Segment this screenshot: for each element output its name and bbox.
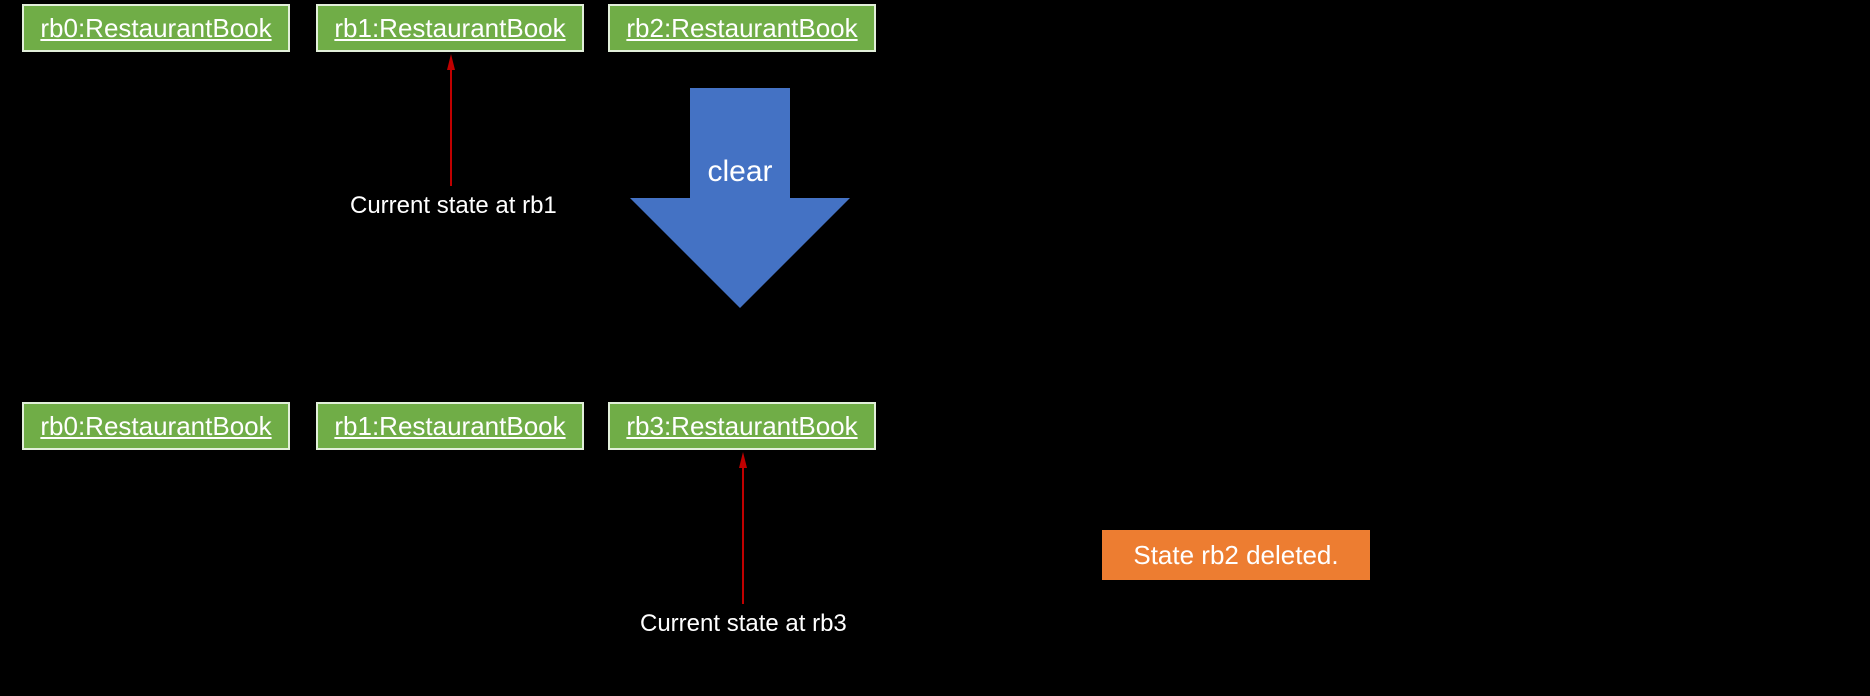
state-box-rb2-top: rb2:RestaurantBook [608, 4, 876, 52]
pointer-label-top: Current state at rb1 [350, 192, 557, 220]
state-box-rb0-top: rb0:RestaurantBook [22, 4, 290, 52]
status-note: State rb2 deleted. [1102, 530, 1370, 580]
state-box-rb1-top: rb1:RestaurantBook [316, 4, 584, 52]
transition-arrow-icon [630, 88, 850, 308]
pointer-label-bottom: Current state at rb3 [640, 610, 847, 638]
state-box-rb1-bottom: rb1:RestaurantBook [316, 402, 584, 450]
state-box-rb0-bottom: rb0:RestaurantBook [22, 402, 290, 450]
transition-label: clear [700, 155, 780, 189]
pointer-arrow-bottom [741, 454, 745, 604]
pointer-arrow-top [449, 56, 453, 186]
state-box-rb3-bottom: rb3:RestaurantBook [608, 402, 876, 450]
diagram-canvas: rb0:RestaurantBook rb1:RestaurantBook rb… [0, 0, 1870, 696]
